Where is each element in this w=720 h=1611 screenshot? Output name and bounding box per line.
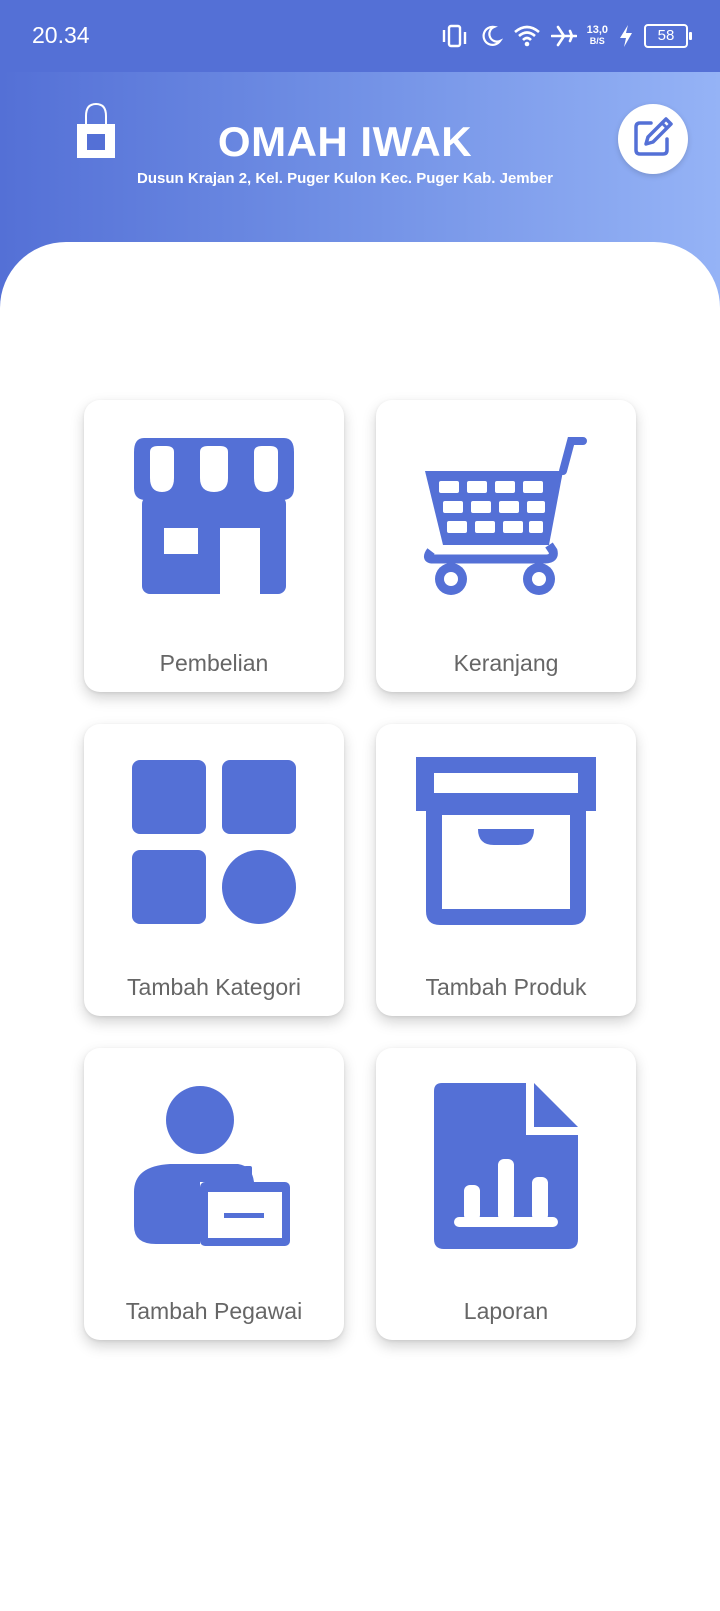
network-speed-value: 13,0 (586, 24, 608, 36)
app-title: OMAH IWAK (217, 118, 473, 165)
menu-card-keranjang[interactable]: Keranjang (376, 400, 636, 692)
menu-label-tambah-kategori: Tambah Kategori (127, 974, 301, 1000)
app-address: Dusun Krajan 2, Kel. Puger Kulon Kec. Pu… (137, 170, 553, 187)
status-bar: 20.34 13,0 B/S 58 (0, 0, 720, 72)
menu-label-tambah-pegawai: Tambah Pegawai (125, 1298, 303, 1324)
charging-icon (618, 24, 634, 48)
network-speed-unit: B/S (589, 36, 605, 46)
status-icons: 13,0 B/S 58 (441, 20, 692, 52)
network-speed: 13,0 B/S (587, 25, 608, 47)
menu-card-tambah-kategori[interactable]: Tambah Kategori (84, 724, 344, 1016)
edit-button[interactable] (618, 104, 688, 174)
employee-badge-icon (134, 1085, 294, 1251)
report-icon (434, 1082, 578, 1254)
menu-card-tambah-produk[interactable]: Tambah Produk (376, 724, 636, 1016)
status-time: 20.34 (32, 22, 90, 48)
menu-label-tambah-produk: Tambah Produk (425, 974, 587, 1000)
cart-icon (421, 433, 591, 608)
menu-label-keranjang: Keranjang (453, 650, 559, 676)
main-panel: Pembelian Keranjang Tambah Kategori Tamb… (0, 242, 720, 1611)
edit-icon (631, 115, 675, 164)
menu-label-laporan: Laporan (463, 1298, 549, 1324)
archive-box-icon (416, 756, 596, 932)
menu-card-laporan[interactable]: Laporan (376, 1048, 636, 1340)
menu-label-pembelian: Pembelian (159, 650, 269, 676)
moon-icon (479, 24, 503, 48)
wifi-icon (513, 24, 541, 48)
storefront-icon (130, 437, 298, 603)
menu-card-tambah-pegawai[interactable]: Tambah Pegawai (84, 1048, 344, 1340)
menu-card-pembelian[interactable]: Pembelian (84, 400, 344, 692)
battery-indicator: 58 (644, 24, 692, 48)
vibrate-icon (441, 24, 469, 48)
airplane-icon (550, 24, 577, 48)
category-icon (130, 758, 298, 931)
